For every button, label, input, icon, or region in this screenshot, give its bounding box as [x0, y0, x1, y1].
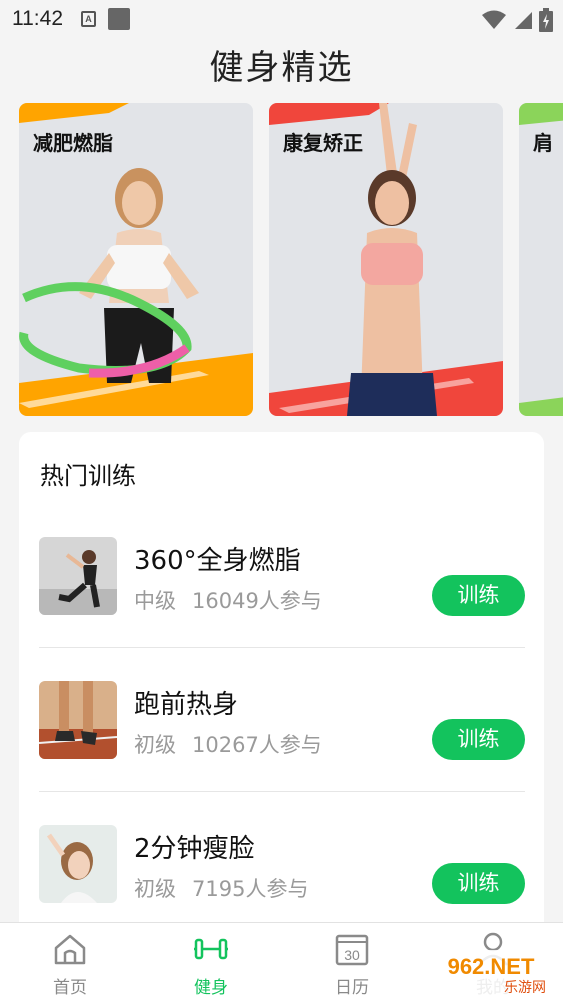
home-icon [54, 934, 86, 965]
face-slim-thumbnail [39, 825, 117, 903]
category-card-partial[interactable]: 肩 [519, 103, 563, 416]
training-name: 2分钟瘦脸 [134, 834, 255, 864]
card-label-fat-burn: 减肥燃脂 [33, 131, 113, 155]
notification-square-icon [108, 8, 130, 30]
category-card-fat-burn[interactable]: 减肥燃脂 [19, 103, 253, 416]
full-body-thumbnail [39, 537, 117, 615]
watermark-subtext: 乐游网 [504, 980, 546, 996]
divider [39, 647, 525, 648]
watermark-text: 962.NET [448, 954, 535, 979]
status-bar: 11:42 A [0, 0, 563, 38]
training-name: 360°全身燃脂 [134, 546, 301, 576]
calendar-icon: 30 [335, 934, 369, 966]
training-item-full-body[interactable]: 360°全身燃脂 中级 16049人参与 训练 [39, 537, 525, 681]
training-participants: 10267人参与 [192, 733, 322, 757]
train-button[interactable]: 训练 [432, 863, 525, 904]
card-label-rehab: 康复矫正 [283, 131, 363, 155]
hot-training-panel: 热门训练 360°全身燃脂 中级 16049人参与 训练 跑前热身 初级 102… [19, 432, 544, 932]
divider [39, 791, 525, 792]
warmup-thumbnail [39, 681, 117, 759]
battery-icon [539, 8, 553, 32]
nav-label-fitness: 健身 [194, 978, 228, 998]
training-meta: 初级 10267人参与 [134, 729, 322, 759]
status-time: 11:42 [12, 7, 63, 30]
nav-item-calendar[interactable]: 30 日历 [282, 923, 422, 1002]
category-carousel[interactable]: 减肥燃脂 康复矫正 肩 [19, 103, 563, 416]
dumbbell-icon [194, 938, 228, 960]
keyboard-a-icon: A [81, 11, 96, 27]
training-item-warmup[interactable]: 跑前热身 初级 10267人参与 训练 [39, 681, 525, 825]
nav-item-fitness[interactable]: 健身 [141, 923, 281, 1002]
train-button[interactable]: 训练 [432, 575, 525, 616]
nav-label-calendar: 日历 [335, 978, 369, 998]
page-title: 健身精选 [209, 48, 354, 88]
watermark-logo: 962.NET 乐游网 [425, 950, 557, 996]
training-level: 初级 [134, 733, 176, 757]
training-participants: 16049人参与 [192, 589, 322, 613]
status-indicators [481, 8, 553, 32]
train-button[interactable]: 训练 [432, 719, 525, 760]
nav-item-home[interactable]: 首页 [0, 923, 140, 1002]
training-participants: 7195人参与 [192, 877, 309, 901]
cell-signal-icon [515, 12, 532, 29]
nav-label-home: 首页 [53, 978, 87, 998]
hot-training-title: 热门训练 [40, 462, 136, 490]
training-name: 跑前热身 [134, 690, 239, 720]
calendar-day-number: 30 [344, 947, 360, 963]
wifi-icon [482, 10, 506, 29]
training-meta: 中级 16049人参与 [134, 585, 322, 615]
category-card-rehab[interactable]: 康复矫正 [269, 103, 503, 416]
card-label-partial: 肩 [533, 131, 553, 155]
training-meta: 初级 7195人参与 [134, 873, 308, 903]
training-level: 初级 [134, 877, 176, 901]
training-level: 中级 [134, 589, 176, 613]
